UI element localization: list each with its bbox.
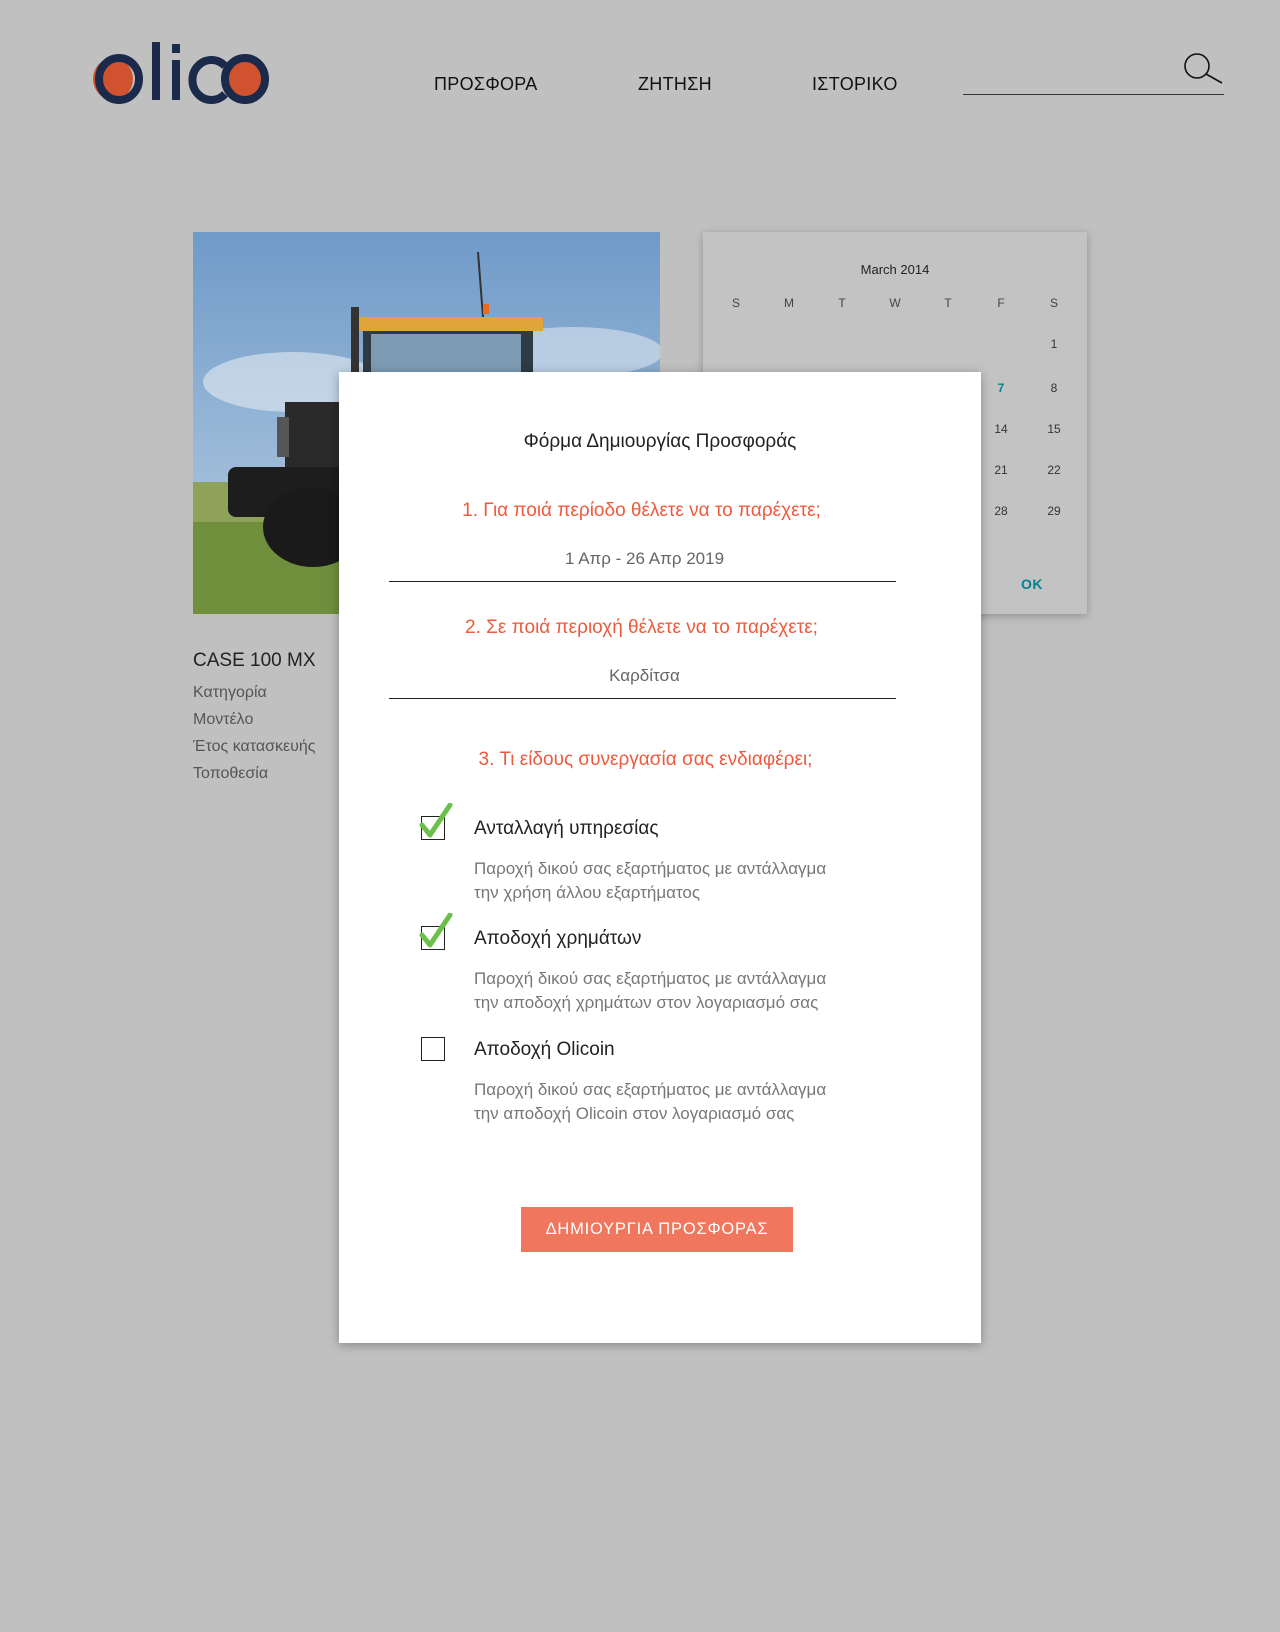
region-input[interactable] xyxy=(389,660,900,692)
calendar-day[interactable]: 1 xyxy=(1039,337,1069,351)
calendar-day[interactable]: 22 xyxy=(1039,463,1069,477)
nav-demand[interactable]: ΖΗΤΗΣΗ xyxy=(638,74,712,95)
create-offer-button[interactable]: ΔΗΜΙΟΥΡΓΙΑ ΠΡΟΣΦΟΡΑΣ xyxy=(521,1207,793,1252)
calendar-day[interactable]: 14 xyxy=(986,422,1016,436)
product-location-label: Τοποθεσία xyxy=(193,765,269,782)
weekday-thu: T xyxy=(944,296,952,310)
calendar-month-title: March 2014 xyxy=(860,262,930,277)
weekday-sun: S xyxy=(731,296,740,310)
option-desc-olicoin-acceptance: Παροχή δικού σας εξαρτήματος με αντάλλαγ… xyxy=(474,1080,827,1123)
question-period: 1. Για ποιά περίοδο θέλετε να το παρέχετ… xyxy=(462,500,821,521)
weekday-fri: F xyxy=(997,296,1005,310)
calendar-day[interactable]: 15 xyxy=(1039,422,1069,436)
option-label-olicoin-acceptance: Αποδοχή Olicoin xyxy=(474,1039,615,1060)
period-input[interactable] xyxy=(389,543,900,575)
search-icon[interactable] xyxy=(1180,52,1224,88)
create-offer-modal: Φόρμα Δημιουργίας Προσφοράς 1. Για ποιά … xyxy=(339,372,981,1343)
modal-title: Φόρμα Δημιουργίας Προσφοράς xyxy=(523,431,797,452)
calendar-day[interactable]: 8 xyxy=(1039,381,1069,395)
calendar-day[interactable]: 21 xyxy=(986,463,1016,477)
weekday-sat: S xyxy=(1049,296,1058,310)
search-input[interactable] xyxy=(963,58,1177,88)
question-cooperation: 3. Τι είδους συνεργασία σας ενδιαφέρει; xyxy=(478,749,813,770)
search-bar xyxy=(963,48,1224,95)
product-title: CASE 100 MX xyxy=(193,650,316,671)
product-year-label: Έτος κατασκευής xyxy=(193,738,316,755)
checkbox-service-exchange[interactable] xyxy=(419,803,453,840)
checkmark-icon xyxy=(419,803,453,838)
period-field xyxy=(389,543,900,582)
option-label-money-acceptance: Αποδοχή χρημάτων xyxy=(474,928,642,949)
calendar-ok-button[interactable]: OK xyxy=(1021,576,1043,592)
calendar-day-selected[interactable]: 7 xyxy=(986,381,1016,395)
product-category-label: Κατηγορία xyxy=(193,684,267,701)
calendar-day[interactable]: 28 xyxy=(986,504,1016,518)
weekday-mon: M xyxy=(784,296,794,310)
checkbox-money-acceptance[interactable] xyxy=(419,913,453,950)
checkmark-icon xyxy=(419,913,453,948)
question-region: 2. Σε ποιά περιοχή θέλετε να το παρέχετε… xyxy=(465,617,818,638)
option-desc-service-exchange: Παροχή δικού σας εξαρτήματος με αντάλλαγ… xyxy=(474,859,827,902)
weekday-wed: W xyxy=(889,296,901,310)
option-desc-money-acceptance: Παροχή δικού σας εξαρτήματος με αντάλλαγ… xyxy=(474,969,827,1012)
nav-history[interactable]: ΙΣΤΟΡΙΚΟ xyxy=(812,74,898,95)
nav-offer[interactable]: ΠΡΟΣΦΟΡΑ xyxy=(434,74,538,95)
calendar-day[interactable]: 29 xyxy=(1039,504,1069,518)
olico-logo[interactable] xyxy=(92,36,272,108)
weekday-tue: T xyxy=(838,296,846,310)
region-field xyxy=(389,660,900,699)
checkbox-olicoin-acceptance[interactable] xyxy=(421,1037,445,1061)
option-label-service-exchange: Ανταλλαγή υπηρεσίας xyxy=(474,818,659,839)
product-model-label: Μοντέλο xyxy=(193,711,254,728)
